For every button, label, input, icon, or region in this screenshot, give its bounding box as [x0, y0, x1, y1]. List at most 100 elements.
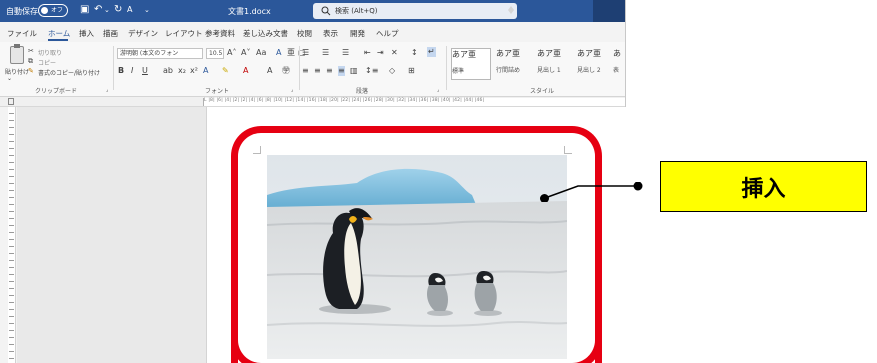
style-no-spacing[interactable]: あア亜 行間詰め [496, 48, 536, 80]
show-marks-icon[interactable]: ↵ [427, 47, 436, 57]
style-sample: あア亜 [537, 49, 561, 58]
underline-icon[interactable]: U [142, 66, 148, 76]
style-name: 行間詰め [496, 67, 521, 74]
enclose-characters-icon[interactable]: ㊫ [282, 66, 290, 76]
copy-button[interactable]: コピー [38, 58, 56, 67]
search-icon [321, 6, 331, 16]
highlight-frame [231, 126, 602, 363]
style-name: 見出し 1 [537, 67, 561, 74]
callout-label: 挿入 [741, 176, 786, 202]
autosave-label: 自動保存 [6, 7, 38, 16]
tab-layout[interactable]: レイアウト [165, 28, 203, 39]
asian-layout-icon[interactable]: ✕ [391, 48, 398, 58]
ribbon-tabs: ファイル ホーム 挿入 描画 デザイン レイアウト 参考資料 差し込み文書 校閲… [0, 22, 625, 42]
align-left-icon[interactable]: ≡ [302, 66, 309, 76]
borders-icon[interactable]: ⊞ [408, 66, 415, 76]
style-sample: あア亜 [496, 49, 520, 58]
font-group-label: フォント [205, 88, 230, 95]
decrease-indent-icon[interactable]: ⇤ [364, 48, 371, 58]
group-separator [299, 46, 300, 90]
align-center-icon[interactable]: ≡ [314, 66, 321, 76]
undo-icon[interactable]: ↶ [94, 4, 102, 16]
superscript-icon[interactable]: x² [190, 66, 198, 76]
account-area[interactable] [593, 0, 625, 22]
tab-design[interactable]: デザイン [128, 28, 158, 39]
change-case-icon[interactable]: Aa [256, 48, 266, 58]
tab-help[interactable]: ヘルプ [376, 28, 399, 39]
style-heading-2[interactable]: あア亜 見出し 2 [577, 48, 617, 80]
customize-qat-icon[interactable]: ⌄ [144, 4, 150, 16]
paste-icon[interactable] [10, 44, 24, 64]
subscript-icon[interactable]: x₂ [178, 66, 186, 76]
group-separator [446, 46, 447, 90]
sort-icon[interactable]: ↕ [411, 48, 418, 58]
paste-dropdown-icon[interactable]: ⌄ [7, 74, 12, 84]
clipboard-launcher-icon[interactable]: ⌟ [106, 85, 108, 95]
line-spacing-icon[interactable]: ↕≡ [365, 66, 378, 76]
font-name-box[interactable]: 游明朝 (本文のフォン [117, 48, 203, 59]
tab-view[interactable]: 表示 [323, 28, 338, 39]
shading-icon[interactable]: ◇ [389, 66, 395, 76]
copy-icon[interactable]: ⧉ [28, 56, 33, 66]
increase-indent-icon[interactable]: ⇥ [377, 48, 384, 58]
active-tab-indicator [48, 39, 68, 41]
style-name: 標準 [452, 68, 465, 75]
tab-draw[interactable]: 描画 [103, 28, 118, 39]
font-color-icon[interactable]: A [243, 66, 248, 76]
clipboard-group-label: クリップボード [35, 88, 78, 95]
search-box[interactable]: 検索 (Alt+Q) [313, 3, 517, 19]
style-sample: あア亜 [577, 49, 601, 58]
tab-review[interactable]: 校閲 [297, 28, 312, 39]
shrink-font-icon[interactable]: A˅ [241, 48, 250, 58]
bold-icon[interactable]: B [118, 66, 124, 76]
format-painter-icon[interactable]: ✎ [28, 66, 34, 76]
numbering-icon[interactable]: ☰ [322, 48, 329, 58]
justify-icon[interactable]: ≡ [338, 66, 345, 76]
tab-references[interactable]: 参考資料 [205, 28, 235, 39]
style-name: 表 [613, 67, 620, 74]
highlight-icon[interactable]: ✎ [222, 66, 229, 76]
redo-icon[interactable]: ↻ [114, 4, 122, 16]
style-name: 見出し 2 [577, 67, 601, 74]
font-launcher-icon[interactable]: ⌟ [291, 85, 293, 95]
tab-selector[interactable] [8, 98, 14, 105]
character-shading-icon[interactable]: A [267, 66, 272, 76]
text-effects-icon[interactable]: A [203, 66, 208, 76]
cut-icon[interactable]: ✂ [28, 46, 34, 56]
tab-home[interactable]: ホーム [48, 28, 70, 39]
cut-button[interactable]: 切り取り [38, 48, 62, 57]
connector-dot-start [540, 194, 549, 202]
italic-icon[interactable]: I [131, 66, 133, 76]
search-placeholder: 検索 (Alt+Q) [335, 7, 378, 15]
autosave-toggle[interactable]: オフ [38, 4, 68, 17]
bullets-icon[interactable]: ☰ [302, 48, 309, 58]
title-bar: 自動保存 オフ ▣ ↶ ⌄ ↻ A ⌄ 文書1.docx 検索 (Alt+Q) [0, 0, 625, 22]
multilevel-list-icon[interactable]: ☰ [342, 48, 349, 58]
style-normal[interactable]: あア亜 標準 [451, 48, 491, 80]
callout-connector [540, 182, 643, 202]
paragraph-launcher-icon[interactable]: ⌟ [437, 85, 439, 95]
format-painter-button[interactable]: 書式のコピー/貼り付け [38, 68, 100, 77]
clear-formatting-icon[interactable]: A [276, 48, 281, 58]
connector-dot-end [633, 182, 643, 191]
document-title[interactable]: 文書1.docx [228, 6, 271, 17]
style-title[interactable]: あ 表 [613, 48, 625, 80]
phonetic-guide-icon[interactable]: 亜 [287, 48, 295, 58]
connector-line [544, 185, 638, 199]
strikethrough-icon[interactable]: ab [163, 66, 173, 76]
grow-font-icon[interactable]: A˄ [227, 48, 236, 58]
undo-dropdown-icon[interactable]: ⌄ [104, 4, 110, 16]
tab-file[interactable]: ファイル [7, 28, 37, 39]
save-icon[interactable]: ▣ [80, 4, 89, 16]
style-heading-1[interactable]: あア亜 見出し 1 [537, 48, 577, 80]
tab-mailings[interactable]: 差し込み文書 [243, 28, 288, 39]
distributed-icon[interactable]: ▥ [350, 66, 358, 76]
paragraph-group-label: 段落 [356, 88, 369, 95]
tab-insert[interactable]: 挿入 [79, 28, 94, 39]
font-size-box[interactable]: 10.5 [206, 48, 224, 59]
font-size-icon[interactable]: A [127, 4, 132, 16]
ruler-ticks [9, 113, 14, 361]
insert-callout: 挿入 [660, 161, 867, 212]
tab-developer[interactable]: 開発 [350, 28, 365, 39]
align-right-icon[interactable]: ≡ [326, 66, 333, 76]
